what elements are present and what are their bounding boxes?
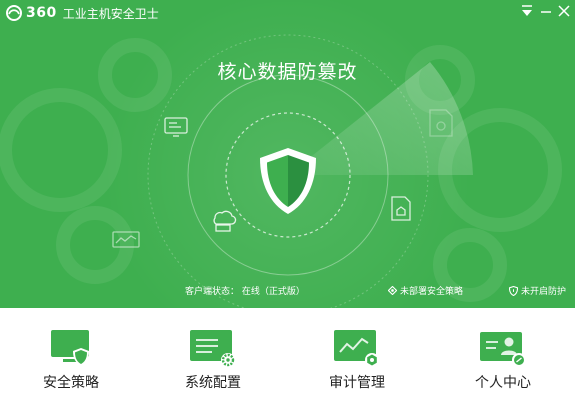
app-window: 360 工业主机安全卫士 核心数据防篡改 客户端状态： 在线（正式版） 未部署安… <box>0 0 575 409</box>
nav-system-config[interactable]: 系统配置 <box>153 308 273 409</box>
hero-background <box>0 0 562 308</box>
close-icon[interactable] <box>556 4 572 18</box>
brand: 360 工业主机安全卫士 <box>6 5 159 21</box>
brand-number: 360 <box>26 5 57 21</box>
360-logo-icon <box>6 5 22 21</box>
protection-off-link[interactable]: 未开启防护 <box>509 284 566 297</box>
nav-personal-center-label: 个人中心 <box>475 375 531 391</box>
client-status-value: 在线（正式版） <box>241 287 305 297</box>
title-bar: 360 工业主机安全卫士 <box>0 0 575 26</box>
hero-title: 核心数据防篡改 <box>217 61 358 83</box>
protection-off-label: 未开启防护 <box>521 287 567 297</box>
shield-small-icon <box>509 285 518 296</box>
nav-system-config-label: 系统配置 <box>185 375 241 391</box>
nav-audit-management[interactable]: 审计管理 <box>297 308 417 409</box>
minimize-icon[interactable] <box>538 4 554 18</box>
gear-small-icon <box>388 286 397 295</box>
nav-personal-center[interactable]: 个人中心 <box>443 308 563 409</box>
client-status-label: 客户端状态： <box>185 287 240 297</box>
undeployed-strategy-label: 未部署安全策略 <box>400 287 464 297</box>
client-status: 客户端状态： 在线（正式版） <box>185 284 305 297</box>
hero-panel: 360 工业主机安全卫士 核心数据防篡改 客户端状态： 在线（正式版） 未部署安… <box>0 0 575 308</box>
bottom-nav: 安全策略 系统配置 审计管理 个人中心 <box>0 308 575 409</box>
nav-security-policy[interactable]: 安全策略 <box>11 308 131 409</box>
system-config-icon <box>190 330 235 367</box>
audit-management-icon <box>334 330 379 367</box>
personal-center-icon <box>480 332 526 367</box>
nav-audit-management-label: 审计管理 <box>329 375 385 391</box>
nav-security-policy-label: 安全策略 <box>43 375 99 391</box>
app-title: 工业主机安全卫士 <box>62 6 159 21</box>
security-policy-icon <box>51 330 89 366</box>
undeployed-strategy-link[interactable]: 未部署安全策略 <box>388 284 463 297</box>
menu-dropdown-icon[interactable] <box>519 4 535 18</box>
